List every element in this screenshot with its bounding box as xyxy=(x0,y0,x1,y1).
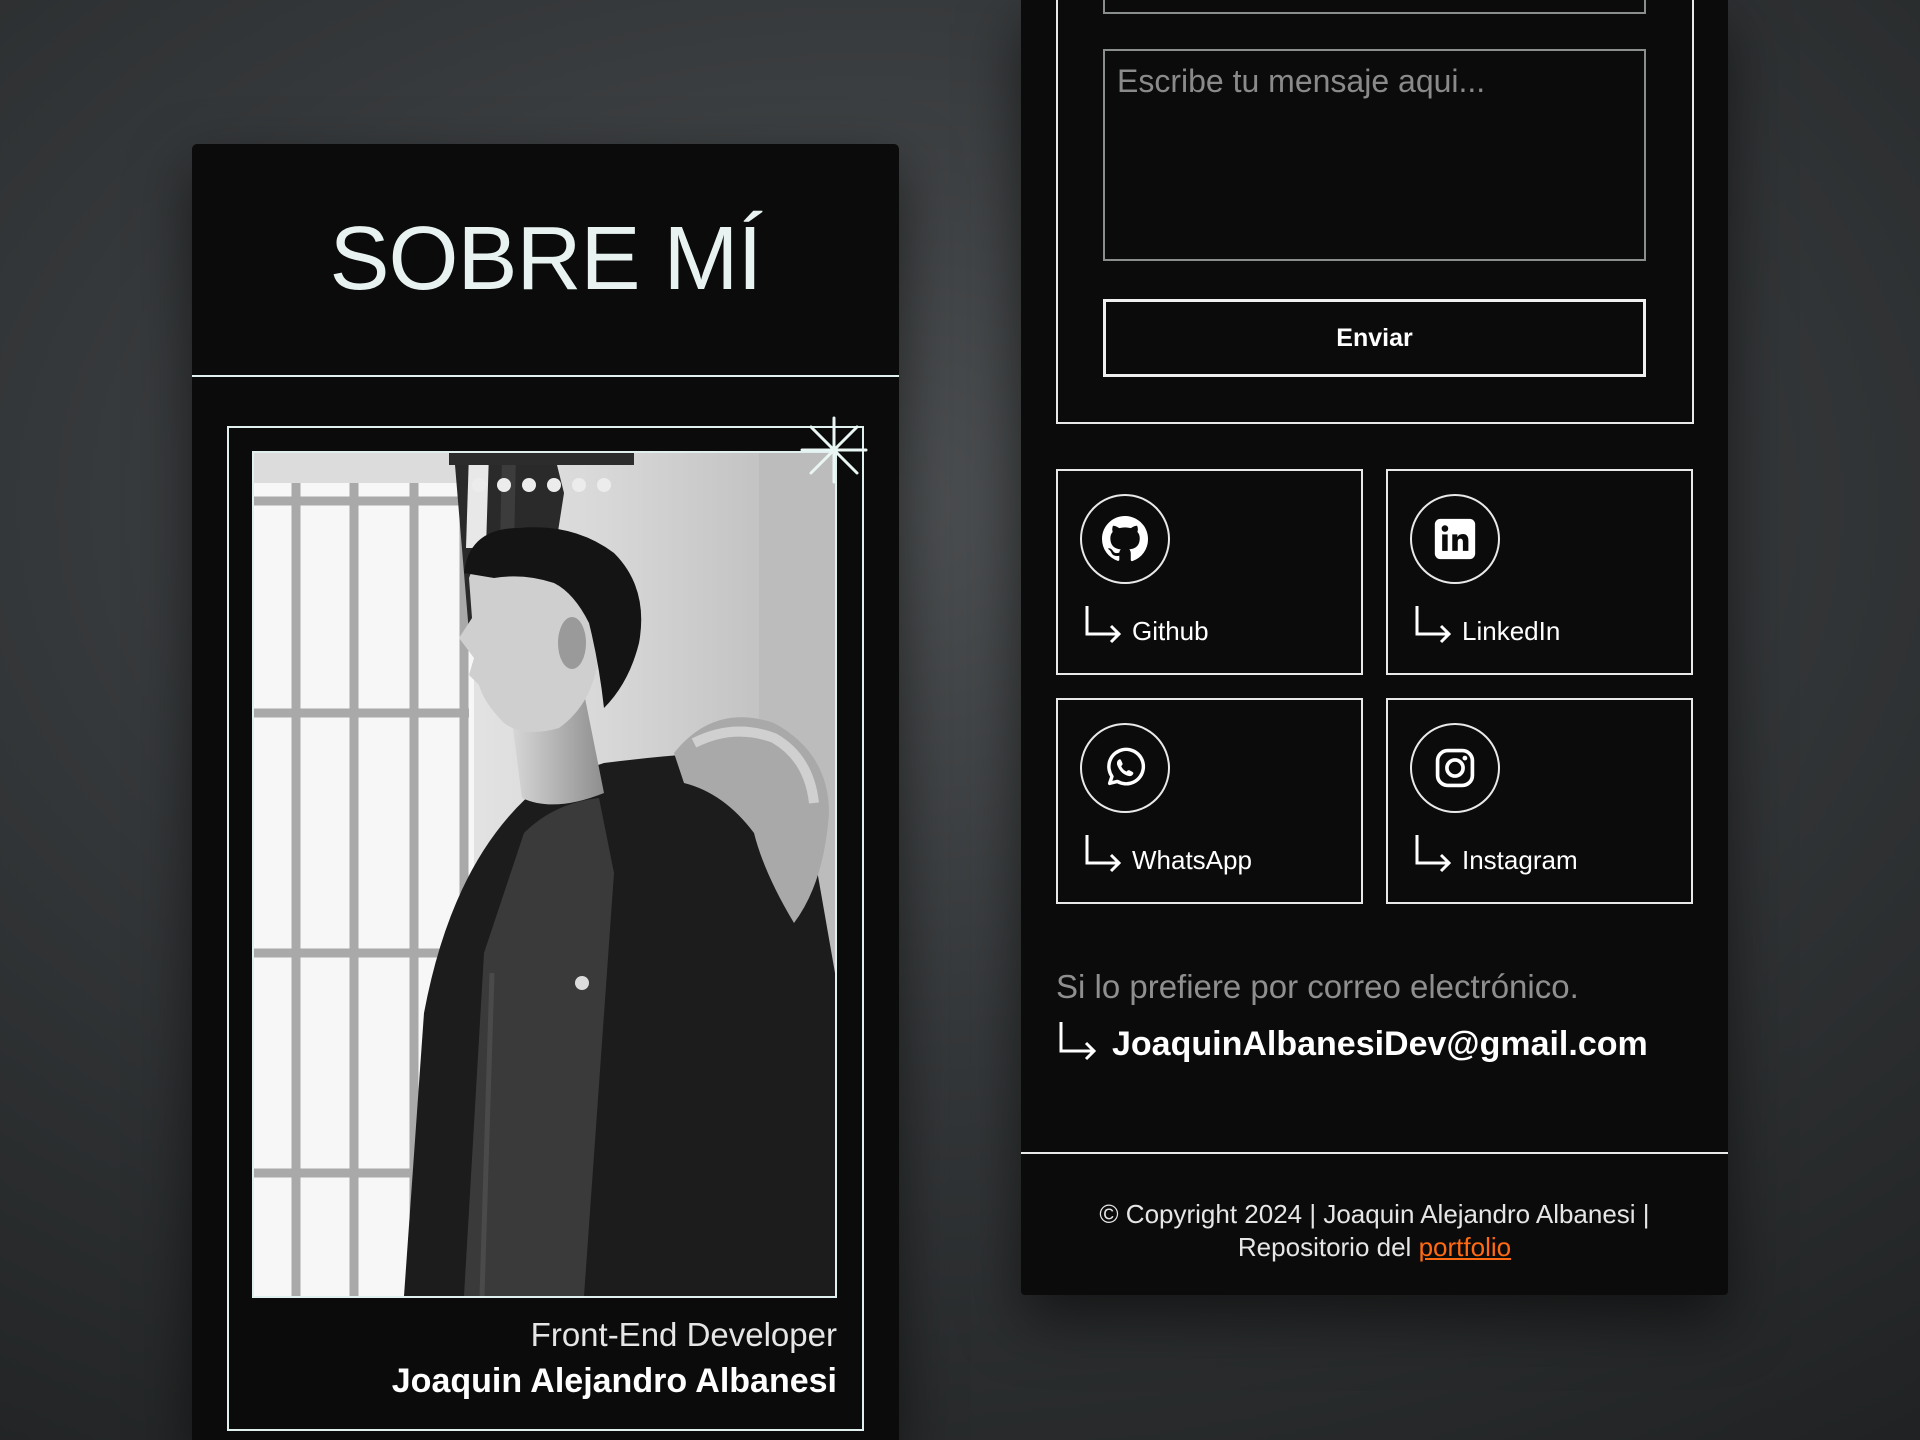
social-card-github[interactable]: Github xyxy=(1056,469,1363,675)
linkedin-icon xyxy=(1434,518,1476,560)
message-textarea[interactable] xyxy=(1103,49,1646,261)
social-label: Instagram xyxy=(1462,845,1578,875)
social-card-instagram[interactable]: Instagram xyxy=(1386,698,1693,904)
linkedin-icon-circle xyxy=(1410,494,1500,584)
github-icon xyxy=(1102,516,1149,562)
job-title: Front-End Developer xyxy=(530,1316,837,1353)
email-hint: Si lo prefiere por correo electrónico. xyxy=(1056,968,1579,1005)
repository-line: Repositorio del portfolio xyxy=(1021,1231,1728,1264)
email-link[interactable]: JoaquinAlbanesiDev@gmail.com xyxy=(1112,1025,1648,1064)
social-card-linkedin[interactable]: LinkedIn xyxy=(1386,469,1693,675)
instagram-icon-circle xyxy=(1410,723,1500,813)
repository-prefix: Repositorio del xyxy=(1237,1232,1412,1262)
copyright-text: © Copyright 2024 | Joaquin Alejandro Alb… xyxy=(1099,1199,1650,1229)
arrow-down-right-icon xyxy=(1059,1022,1097,1061)
arrow-down-right-icon xyxy=(1415,835,1452,873)
whatsapp-icon-circle xyxy=(1080,723,1170,813)
social-label: LinkedIn xyxy=(1462,616,1561,646)
arrow-down-right-icon xyxy=(1085,606,1122,644)
arrow-down-right-icon xyxy=(1085,835,1122,873)
portfolio-link[interactable]: portfolio xyxy=(1419,1232,1512,1262)
social-label: WhatsApp xyxy=(1132,845,1252,875)
text-input-partial[interactable] xyxy=(1103,0,1646,14)
social-label: Github xyxy=(1132,616,1209,646)
instagram-icon xyxy=(1435,748,1475,788)
sparkle-icon xyxy=(800,416,868,484)
send-button[interactable]: Enviar xyxy=(1103,299,1646,377)
contact-card: Enviar Github LinkedIn xyxy=(1021,0,1728,1295)
about-card: SOBRE MÍ Front-End Developer Joaquin Ale… xyxy=(192,144,899,1440)
footer-divider xyxy=(1021,1152,1728,1154)
profile-photo xyxy=(252,451,837,1298)
about-title: SOBRE MÍ xyxy=(192,144,899,377)
arrow-down-right-icon xyxy=(1415,606,1452,644)
social-card-whatsapp[interactable]: WhatsApp xyxy=(1056,698,1363,904)
github-icon-circle xyxy=(1080,494,1170,584)
whatsapp-icon xyxy=(1107,747,1146,786)
footer: © Copyright 2024 | Joaquin Alejandro Alb… xyxy=(1021,1198,1728,1264)
person-name: Joaquin Alejandro Albanesi xyxy=(391,1362,837,1400)
